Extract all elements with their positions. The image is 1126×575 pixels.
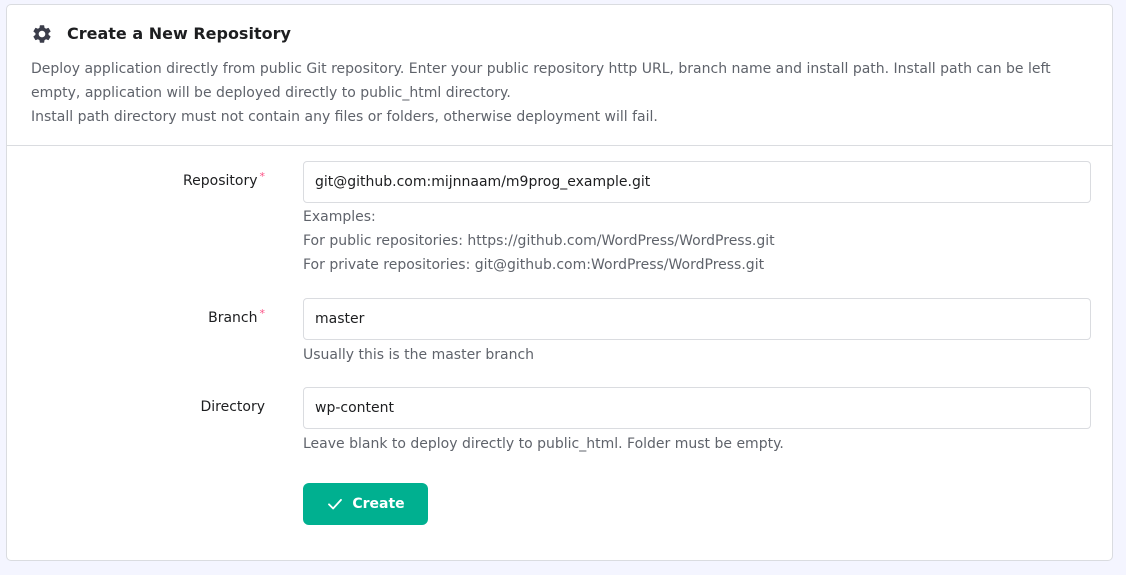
gear-icon [33,25,51,43]
repository-hint-title: Examples: [303,209,376,225]
card-header: Create a New Repository Deploy applicati… [7,5,1112,146]
page-title: Create a New Repository [67,24,291,43]
directory-hint: Leave blank to deploy directly to public… [303,436,784,452]
branch-input[interactable] [303,298,1091,340]
description-line-1: Deploy application directly from public … [31,61,1051,101]
branch-label-text: Branch [208,310,258,326]
repository-input[interactable] [303,161,1091,203]
check-icon [328,498,343,510]
repository-hint-private: For private repositories: git@github.com… [303,257,765,273]
directory-label: Directory [200,399,265,415]
repository-hint-public: For public repositories: https://github.… [303,233,775,249]
repository-hint: Examples: For public repositories: https… [303,205,775,277]
required-marker: * [259,170,266,183]
repository-label: Repository * [7,170,266,191]
create-repository-card: Create a New Repository Deploy applicati… [6,4,1113,561]
required-marker: * [259,307,266,320]
branch-label: Branch * [7,307,266,328]
repository-label-text: Repository [183,173,258,189]
description-line-2: Install path directory must not contain … [31,109,658,125]
page-description: Deploy application directly from public … [31,57,1071,129]
directory-input[interactable] [303,387,1091,429]
create-button-label: Create [352,496,405,512]
create-button[interactable]: Create [303,483,428,525]
branch-hint: Usually this is the master branch [303,347,535,363]
